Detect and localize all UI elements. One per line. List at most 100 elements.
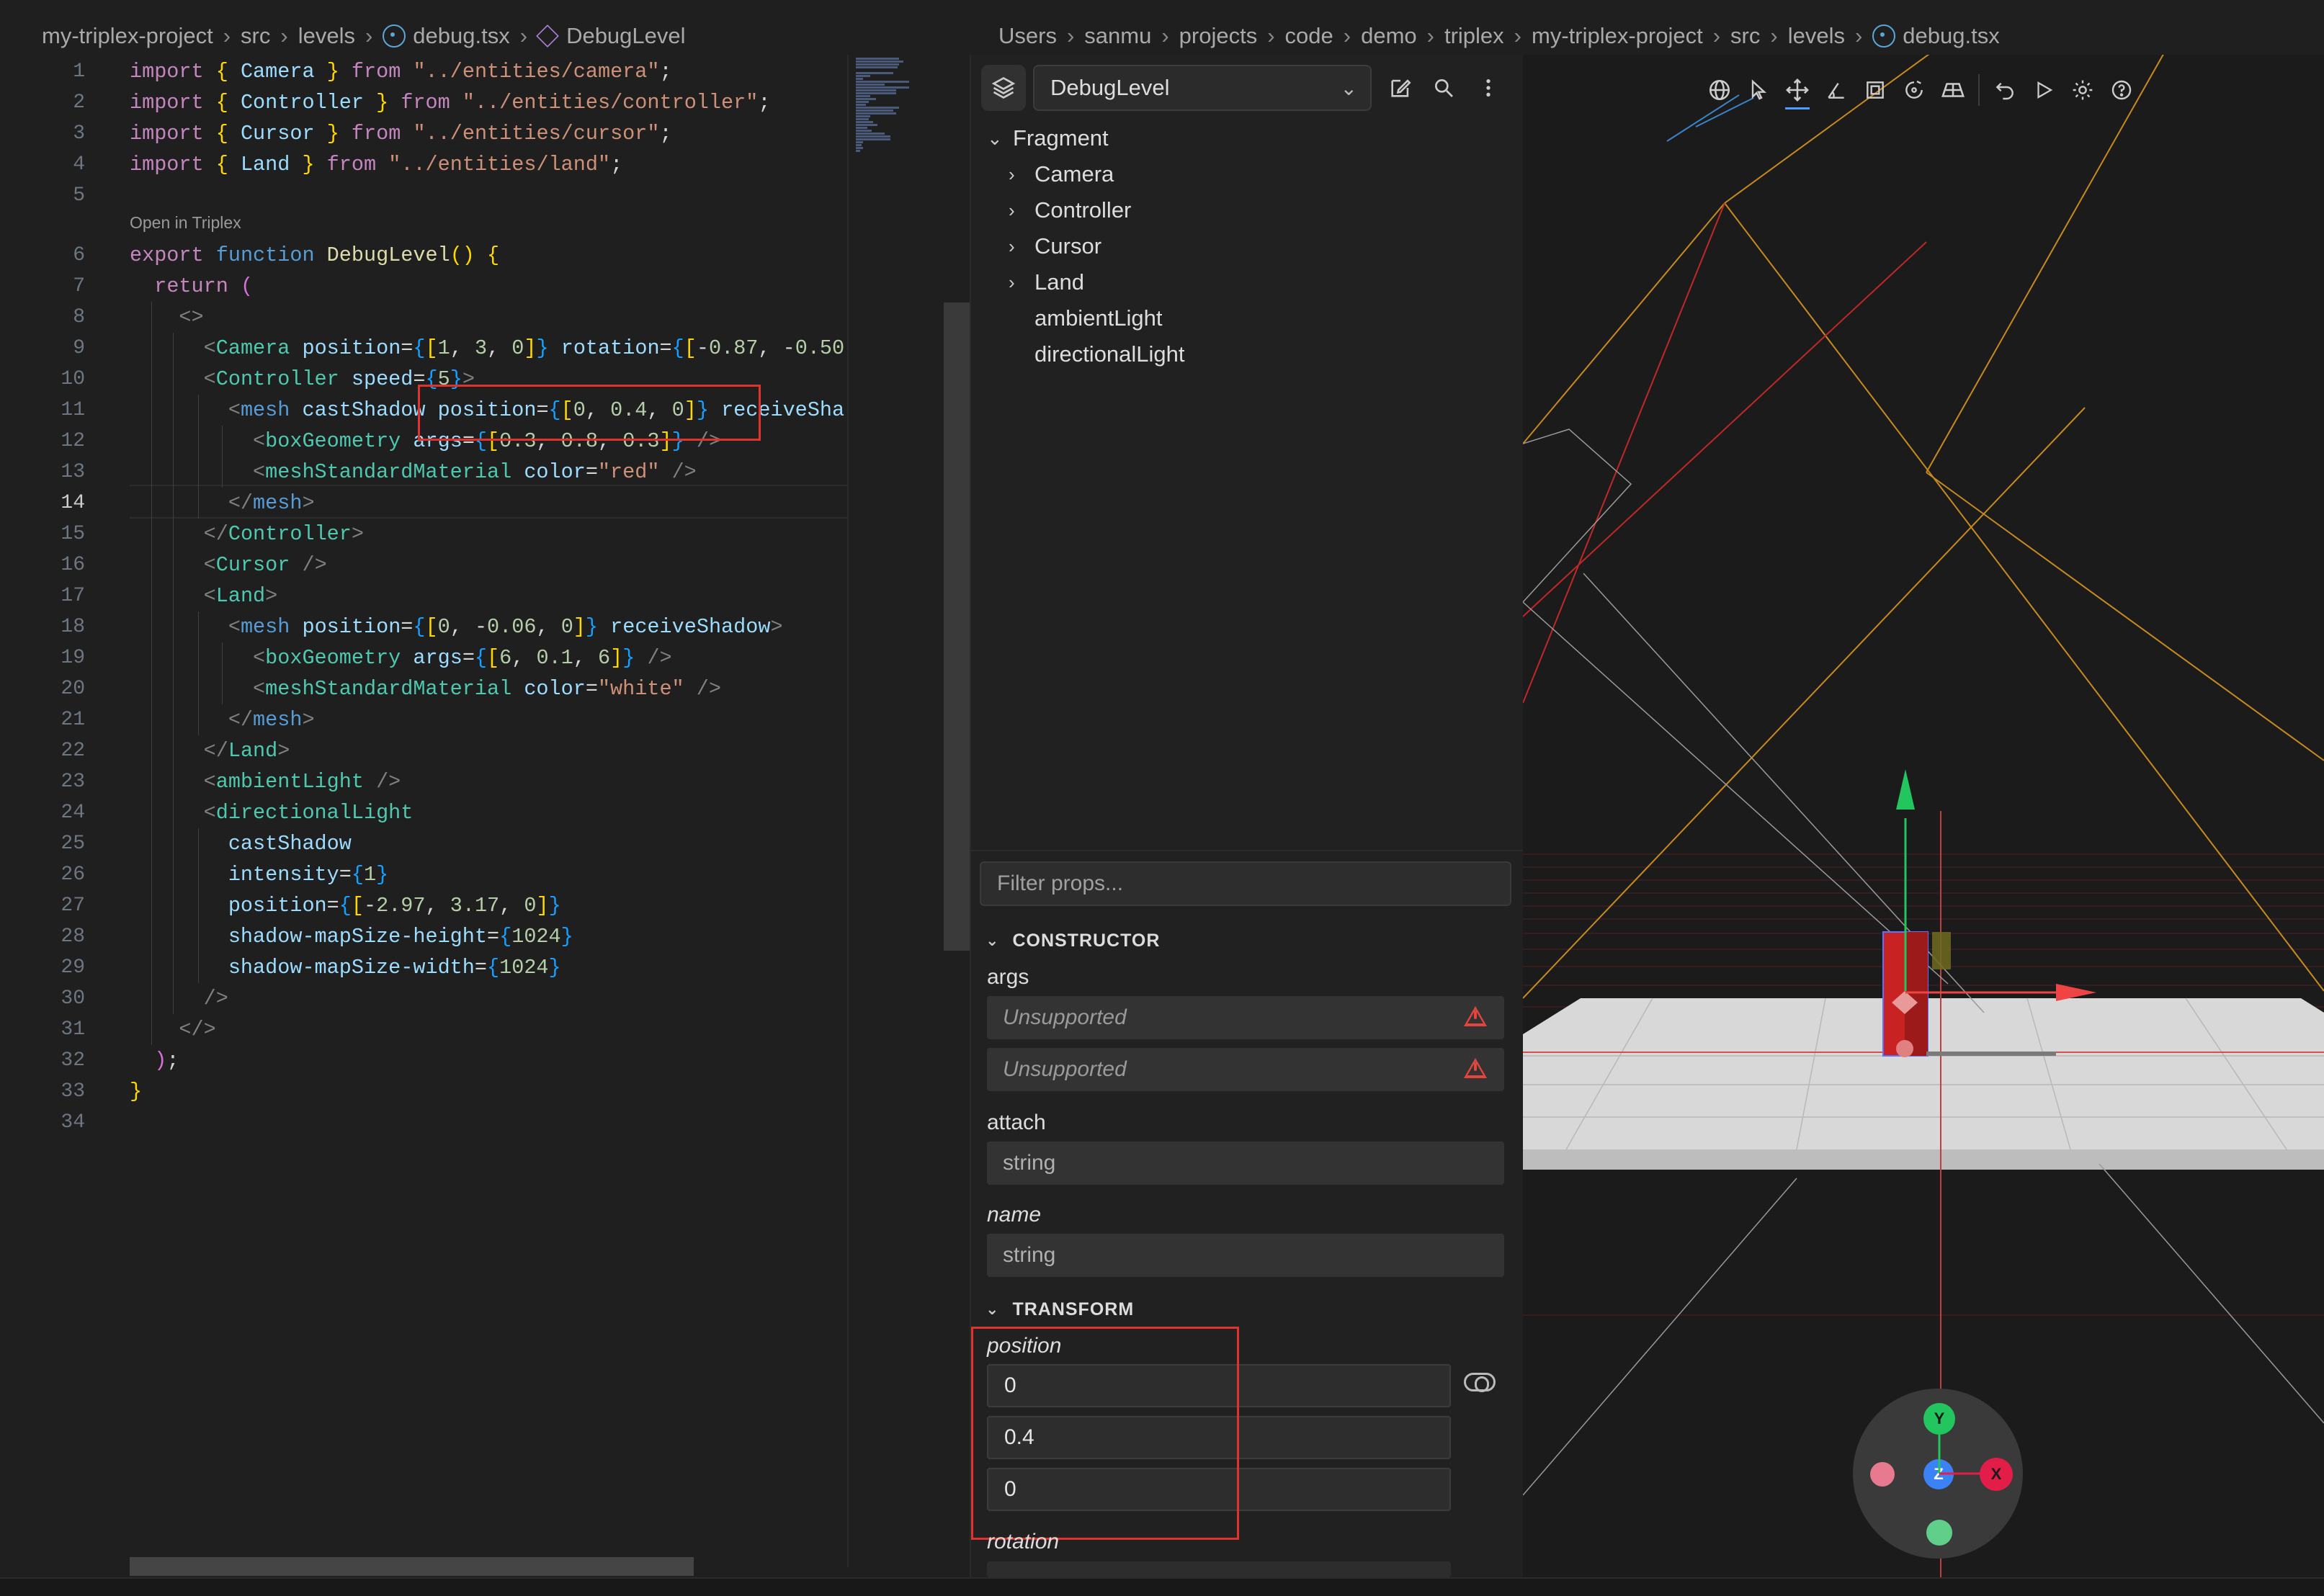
code-line[interactable]: 8 <> bbox=[0, 302, 847, 333]
code-line[interactable]: 31 </> bbox=[0, 1014, 847, 1045]
code-line[interactable]: 26 intensity={1} bbox=[0, 859, 847, 890]
translate-tool-button[interactable] bbox=[1778, 69, 1817, 111]
layers-icon bbox=[991, 76, 1016, 99]
code-line[interactable]: 23 <ambientLight /> bbox=[0, 766, 847, 797]
code-line[interactable]: 21 </mesh> bbox=[0, 704, 847, 735]
line-number: 12 bbox=[61, 430, 85, 452]
link-values-icon[interactable] bbox=[1464, 1373, 1496, 1392]
minimap[interactable] bbox=[847, 55, 947, 1567]
constructor-section-header[interactable]: ⌄ CONSTRUCTOR bbox=[986, 926, 1160, 955]
code-line[interactable]: 19 <boxGeometry args={[6, 0.1, 6]} /> bbox=[0, 642, 847, 673]
code-line[interactable]: 18 <mesh position={[0, -0.06, 0]} receiv… bbox=[0, 611, 847, 642]
path-breadcrumb-item[interactable]: triplex bbox=[1444, 23, 1504, 49]
snap-button[interactable] bbox=[1895, 69, 1934, 111]
settings-button[interactable] bbox=[2063, 69, 2102, 111]
rotation-input-partial[interactable] bbox=[987, 1561, 1451, 1577]
scale-tool-button[interactable] bbox=[1856, 69, 1895, 111]
code-token: </ bbox=[203, 522, 228, 546]
breadcrumb-levels[interactable]: levels bbox=[298, 23, 355, 49]
select-tool-button[interactable] bbox=[1739, 69, 1778, 111]
code-line[interactable]: 17 <Land> bbox=[0, 580, 847, 611]
scene-tree-item-controller[interactable]: › Controller bbox=[1009, 193, 1131, 228]
code-line[interactable]: 24 <directionalLight bbox=[0, 797, 847, 828]
code-token: from bbox=[326, 153, 377, 176]
code-line[interactable]: 32 ); bbox=[0, 1045, 847, 1076]
breadcrumb-src[interactable]: src bbox=[241, 23, 270, 49]
code-editor[interactable]: my-triplex-project › src › levels › debug.t… bbox=[0, 0, 945, 1577]
breadcrumb-project[interactable]: my-triplex-project bbox=[42, 23, 213, 49]
undo-button[interactable] bbox=[1985, 69, 2024, 111]
code-line[interactable]: 1 import { Camera } from "../entities/cam… bbox=[0, 56, 847, 87]
edit-button[interactable] bbox=[1383, 71, 1418, 105]
path-breadcrumb-item[interactable]: src bbox=[1730, 23, 1760, 49]
code-line[interactable]: 29 shadow-mapSize-width={1024} bbox=[0, 952, 847, 983]
breadcrumb-separator: › bbox=[1712, 23, 1721, 48]
code-lines[interactable]: 1 import { Camera } from "../entities/cam… bbox=[0, 55, 847, 1567]
code-line[interactable]: 7 return ( bbox=[0, 271, 847, 302]
scene-viewport[interactable] bbox=[1523, 55, 2324, 1577]
help-button[interactable] bbox=[2102, 69, 2141, 111]
component-select[interactable]: DebugLevel ⌄ bbox=[1033, 65, 1372, 111]
code-line[interactable]: 28 shadow-mapSize-height={1024} bbox=[0, 921, 847, 952]
minimap-line bbox=[856, 121, 873, 123]
attach-input[interactable]: string bbox=[987, 1142, 1504, 1185]
code-line[interactable]: 22 </Land> bbox=[0, 735, 847, 766]
code-line[interactable]: 20 <meshStandardMaterial color="white" /… bbox=[0, 673, 847, 704]
code-line[interactable]: 9 <Camera position={[1, 3, 0]} rotation=… bbox=[0, 333, 847, 364]
scene-tree-label: directionalLight bbox=[1034, 341, 1185, 367]
code-line[interactable]: 14 </mesh> bbox=[0, 488, 847, 519]
more-actions-button[interactable] bbox=[1471, 71, 1506, 105]
code-line[interactable]: 34 bbox=[0, 1107, 847, 1138]
path-breadcrumb-item[interactable]: Users bbox=[998, 23, 1057, 49]
scene-tree-item-fragment[interactable]: ⌄ Fragment bbox=[987, 121, 1109, 156]
code-line[interactable]: 16 <Cursor /> bbox=[0, 550, 847, 580]
play-button[interactable] bbox=[2024, 69, 2063, 111]
code-line[interactable]: 25 castShadow bbox=[0, 828, 847, 859]
panel-divider[interactable] bbox=[970, 850, 1523, 851]
gizmo-lines bbox=[1938, 1435, 1980, 1475]
rotate-tool-button[interactable] bbox=[1817, 69, 1856, 111]
args-input-0[interactable]: Unsupported bbox=[987, 996, 1504, 1039]
code-line[interactable]: 4 import { Land } from "../entities/land"… bbox=[0, 149, 847, 180]
scene-tree-item-ambientlight[interactable]: ambientLight bbox=[1009, 301, 1163, 336]
code-line[interactable]: 30 /> bbox=[0, 983, 847, 1014]
breadcrumb-symbol[interactable]: DebugLevel bbox=[566, 23, 685, 49]
scene-tree-item-directionallight[interactable]: directionalLight bbox=[1009, 337, 1185, 372]
code-text: import { Land } from "../entities/land"; bbox=[130, 149, 622, 180]
code-line[interactable]: 2 import { Controller } from "../entities… bbox=[0, 87, 847, 118]
code-line[interactable]: 13 <meshStandardMaterial color="red" /> bbox=[0, 457, 847, 488]
scene-tree-item-cursor[interactable]: › Cursor bbox=[1009, 229, 1101, 264]
path-breadcrumb-item[interactable]: levels bbox=[1788, 23, 1845, 49]
path-breadcrumb-item[interactable]: demo bbox=[1361, 23, 1417, 49]
path-breadcrumb-item[interactable]: sanmu bbox=[1084, 23, 1151, 49]
code-token: < bbox=[203, 801, 216, 825]
search-button[interactable] bbox=[1426, 71, 1461, 105]
grid-toggle-button[interactable] bbox=[1934, 69, 1972, 111]
scene-tree-item-camera[interactable]: › Camera bbox=[1009, 157, 1114, 192]
horizontal-scrollbar[interactable] bbox=[130, 1557, 694, 1576]
transform-section-header[interactable]: ⌄ TRANSFORM bbox=[986, 1295, 1134, 1324]
code-token: mesh bbox=[253, 491, 303, 515]
editor-scrollbar[interactable] bbox=[944, 302, 970, 951]
code-line[interactable]: 5 bbox=[0, 180, 847, 211]
name-input[interactable]: string bbox=[987, 1234, 1504, 1277]
breadcrumb-file[interactable]: debug.tsx bbox=[413, 23, 509, 49]
filter-props-input[interactable] bbox=[980, 861, 1511, 906]
code-line[interactable]: 6 export function DebugLevel() { bbox=[0, 240, 847, 271]
path-breadcrumb-item[interactable]: code bbox=[1285, 23, 1333, 49]
world-space-button[interactable] bbox=[1700, 69, 1739, 111]
code-token: position bbox=[302, 336, 401, 360]
code-line[interactable]: 33} bbox=[0, 1076, 847, 1107]
code-line[interactable]: 27 position={[-2.97, 3.17, 0]} bbox=[0, 890, 847, 921]
scene-tree-item-land[interactable]: › Land bbox=[1009, 265, 1084, 300]
path-breadcrumb-item[interactable]: debug.tsx bbox=[1903, 23, 1999, 49]
path-breadcrumb-item[interactable]: my-triplex-project bbox=[1532, 23, 1703, 49]
layers-button[interactable] bbox=[981, 65, 1026, 111]
code-text: <directionalLight bbox=[130, 797, 414, 828]
args-input-1[interactable]: Unsupported bbox=[987, 1048, 1504, 1091]
code-line[interactable]: 15 </Controller> bbox=[0, 519, 847, 550]
path-breadcrumb-item[interactable]: projects bbox=[1179, 23, 1258, 49]
code-text: import { Camera } from "../entities/came… bbox=[130, 56, 672, 87]
code-line[interactable]: 3 import { Cursor } from "../entities/cur… bbox=[0, 118, 847, 149]
